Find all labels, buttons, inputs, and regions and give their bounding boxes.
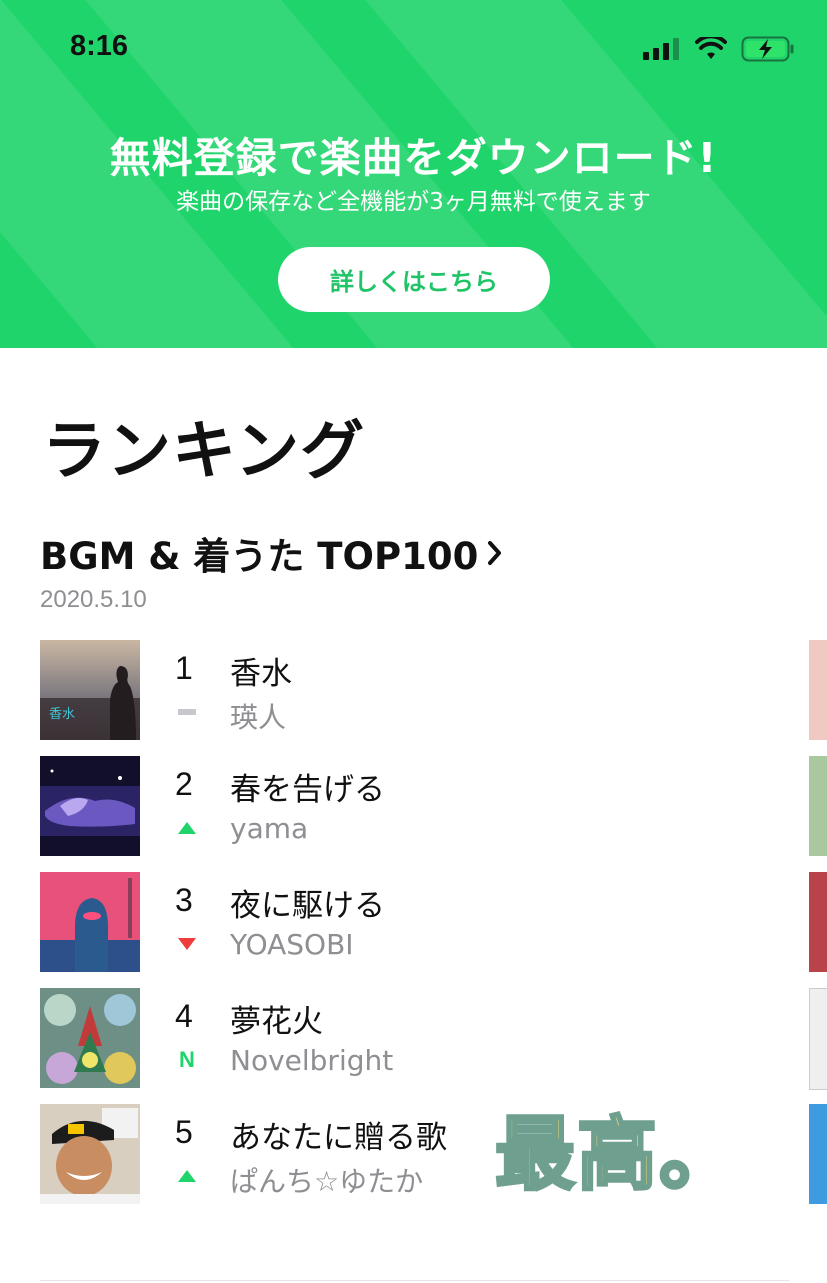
ranking-row-4[interactable]: 4 N 夢花火 Novelbright <box>40 988 800 1088</box>
jacket-thumbnail: 香水 <box>40 640 140 740</box>
trend-up-icon <box>177 1168 197 1184</box>
rank-number: 4 <box>175 998 193 1034</box>
rank-number: 3 <box>175 882 193 918</box>
next-column-thumbnail[interactable] <box>809 872 827 972</box>
song-title: 夢花火 <box>230 1004 323 1040</box>
artist-name: yama <box>230 812 309 845</box>
banner-subtitle: 楽曲の保存など全機能が3ヶ月無料で使えます <box>176 189 651 215</box>
ranking-row-3[interactable]: 3 夜に駆ける YOASOBI <box>40 872 800 972</box>
song-title: 夜に駆ける <box>230 888 385 924</box>
cellular-signal-icon <box>643 38 679 60</box>
jacket-thumbnail <box>40 872 140 972</box>
rank-number: 1 <box>175 650 193 686</box>
trend-down-icon <box>177 936 197 952</box>
chart-title: BGM & 着うた TOP100 <box>40 535 479 578</box>
next-column-thumbnail[interactable] <box>809 1104 827 1204</box>
signup-banner: 8:16 無料登録で楽曲をダウンロード! 楽曲の保存など全機能が3ヶ月無料で使え… <box>0 0 827 348</box>
next-column-thumbnail[interactable] <box>809 756 827 856</box>
jacket-thumbnail <box>40 1104 140 1204</box>
song-title: 春を告げる <box>230 772 385 808</box>
song-title: 香水 <box>230 656 292 692</box>
ranking-row-1[interactable]: 香水 1 香水 瑛人 <box>40 640 800 740</box>
artist-name: YOASOBI <box>230 928 354 961</box>
artist-name: 瑛人 <box>230 701 287 734</box>
status-bar: 8:16 <box>0 0 827 96</box>
chart-date: 2020.5.10 <box>40 586 147 613</box>
rank-number: 5 <box>175 1114 193 1150</box>
artist-name: Novelbright <box>230 1044 394 1077</box>
next-column-thumbnail[interactable] <box>809 988 827 1090</box>
divider <box>40 1280 790 1281</box>
status-time: 8:16 <box>70 30 129 62</box>
artist-name: ぱんち☆ゆたか <box>230 1165 424 1198</box>
jacket-thumbnail <box>40 988 140 1088</box>
trend-new-icon: N <box>179 1047 195 1072</box>
trend-up-icon <box>177 820 197 836</box>
system-icons <box>643 36 795 62</box>
chart-title-link[interactable]: BGM & 着うた TOP100 <box>40 526 504 580</box>
wifi-icon <box>695 37 727 59</box>
song-title: あなたに贈る歌 <box>230 1120 447 1156</box>
page-title: ランキング <box>42 415 366 489</box>
jacket-text: 香水 <box>49 707 76 722</box>
next-column-thumbnail[interactable] <box>809 640 827 740</box>
rank-number: 2 <box>175 766 193 802</box>
banner-title: 無料登録で楽曲をダウンロード! <box>109 134 718 182</box>
sticker-overlay: 最高。 <box>494 1107 741 1203</box>
jacket-thumbnail <box>40 756 140 856</box>
chevron-right-icon <box>488 541 502 565</box>
ranking-row-2[interactable]: 2 春を告げる yama <box>40 756 800 856</box>
details-button[interactable]: 詳しくはこちら <box>278 247 550 312</box>
trend-same-icon <box>177 704 197 720</box>
battery-charging-icon <box>741 36 794 62</box>
